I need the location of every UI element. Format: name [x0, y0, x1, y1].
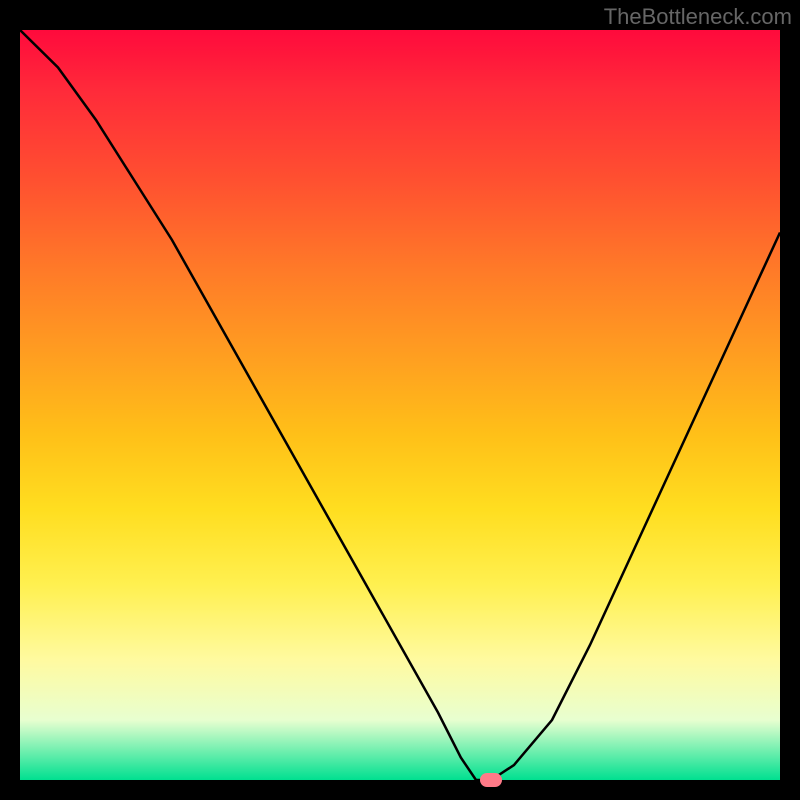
optimal-point-marker — [480, 773, 502, 787]
bottleneck-curve — [20, 30, 780, 780]
chart-frame — [20, 30, 780, 780]
plot-area — [20, 30, 780, 780]
watermark-text: TheBottleneck.com — [604, 4, 792, 30]
